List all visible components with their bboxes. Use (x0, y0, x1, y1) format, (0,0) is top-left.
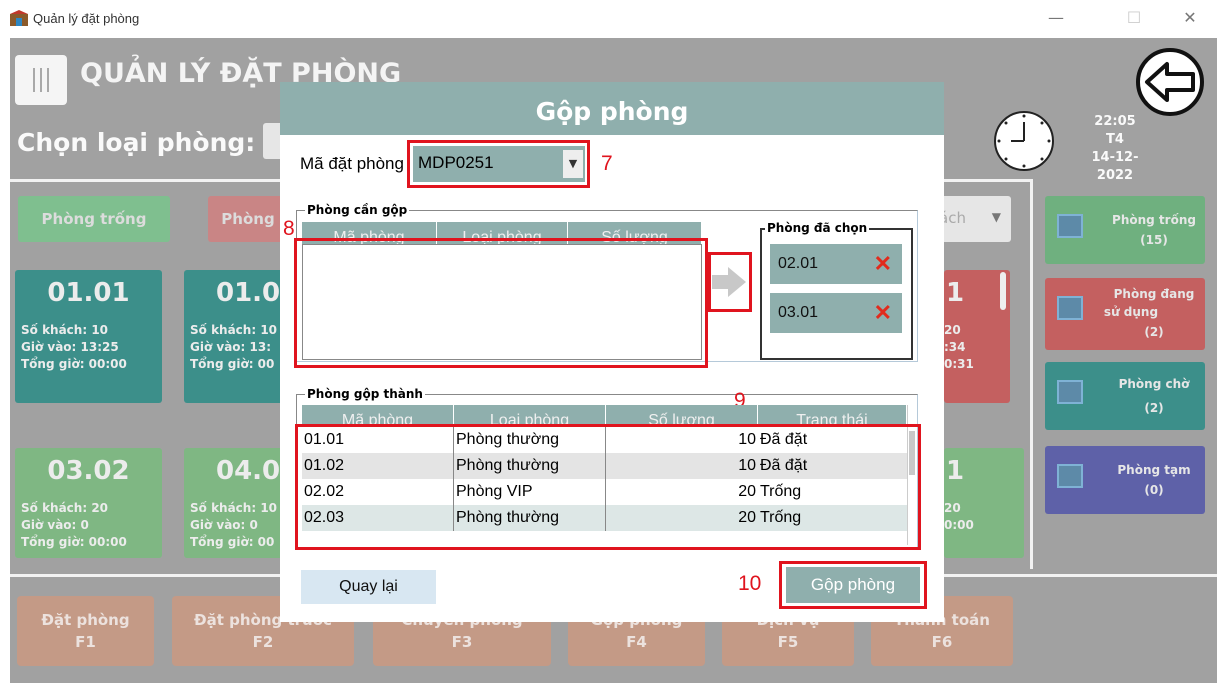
side-card-count: (15) (1140, 233, 1168, 247)
clock-date: 14-12-2022 (1091, 150, 1139, 183)
phong-gop-thanh-title: Phòng gộp thành (305, 387, 425, 401)
marker-7: 7 (601, 152, 613, 175)
side-card-count: (2) (1144, 325, 1164, 339)
close-button[interactable]: ✕ (1176, 6, 1204, 30)
highlight-box (295, 424, 921, 550)
window-titlebar (0, 0, 1219, 38)
room-info: 20 0:00 (944, 501, 974, 532)
room-icon (1057, 380, 1083, 404)
selected-room-label: 03.01 (778, 304, 819, 321)
back-arrow-icon[interactable] (1135, 47, 1205, 117)
phong-can-gop-title: Phòng cần gộp (305, 203, 410, 217)
clock-icon (994, 111, 1054, 171)
side-card-label: Phòng chờ (1118, 377, 1190, 391)
side-card-label: Phòng trống (1112, 213, 1196, 227)
side-card-count: (2) (1144, 401, 1164, 415)
room-card-0102[interactable]: 01.0 Số khách: 10 Giờ vào: 13: Tổng giờ: 0… (184, 270, 284, 403)
marker-8: 8 (283, 217, 295, 240)
window-title: Quản lý đặt phòng (33, 11, 140, 26)
side-card-label: Phòng tạm (1117, 463, 1191, 477)
side-card-label-2: sử dụng (1103, 305, 1159, 319)
quay-lai-button[interactable]: Quay lại (301, 570, 436, 604)
room-card-occupied[interactable]: 1 20:34 0:31 (944, 270, 1010, 403)
room-icon (1057, 464, 1083, 488)
side-card-count: (0) (1144, 483, 1164, 497)
sort-select[interactable]: ách ▼ (935, 196, 1011, 242)
selected-room-item: 02.01 ✕ (770, 244, 902, 284)
minimize-button[interactable]: — (1042, 6, 1070, 30)
side-card-phong-cho[interactable]: Phòng chờ (2) (1045, 362, 1205, 430)
room-number: 03.02 (47, 456, 130, 486)
highlight-box (294, 238, 708, 368)
gop-phong-dialog: Gộp phòng Mã đặt phòng MDP0251 ▼ 7 Phòng… (280, 82, 944, 622)
room-info: Số khách: 10 Giờ vào: 13: Tổng giờ: 00 (190, 323, 278, 371)
remove-x-icon[interactable]: ✕ (874, 293, 892, 333)
side-card-phong-tam[interactable]: Phòng tạm (0) (1045, 446, 1205, 514)
maximize-button[interactable]: ☐ (1120, 6, 1148, 30)
ma-dat-phong-select[interactable]: MDP0251 ▼ (413, 146, 585, 182)
room-card-right[interactable]: 1 20 0:00 (944, 448, 1024, 558)
room-info: 20:34 0:31 (944, 323, 974, 371)
room-number: 01.01 (47, 278, 130, 308)
dat-phong-button[interactable]: Đặt phòng F1 (17, 596, 154, 666)
dialog-title: Gộp phòng (280, 82, 944, 135)
side-card-phong-trong[interactable]: Phòng trống (15) (1045, 196, 1205, 264)
room-card-0401[interactable]: 04.0 Số khách: 10 Giờ vào: 0 Tổng giờ: 00 (184, 448, 284, 558)
room-icon (1057, 296, 1083, 320)
app-icon (10, 10, 28, 26)
ma-dat-phong-label: Mã đặt phòng (300, 154, 404, 173)
side-card-label: Phòng đang (1113, 287, 1195, 301)
room-info: Số khách: 10 Giờ vào: 0 Tổng giờ: 00 (190, 501, 278, 549)
room-card-0101[interactable]: 01.01 Số khách: 10 Giờ vào: 13:25 Tổng giờ… (15, 270, 162, 403)
room-icon (1057, 214, 1083, 238)
marker-10: 10 (738, 572, 762, 595)
room-number: 1 (946, 456, 965, 486)
room-info: Số khách: 10 Giờ vào: 13:25 Tổng giờ: 00:0… (21, 323, 127, 371)
clock-day: T4 (1106, 132, 1124, 147)
scrollbar[interactable] (1000, 272, 1006, 310)
selected-room-label: 02.01 (778, 255, 819, 272)
filter-phong-trong-button[interactable]: Phòng trống (18, 196, 170, 242)
chon-loai-phong-label: Chọn loại phòng: (17, 128, 256, 157)
ma-dat-phong-value: MDP0251 (418, 153, 494, 172)
selected-room-item: 03.01 ✕ (770, 293, 902, 333)
clock-readout: 22:05 T4 14-12-2022 (1080, 113, 1150, 185)
side-card-phong-dang-su-dung[interactable]: Phòng đang sử dụng (2) (1045, 278, 1205, 350)
clock-time: 22:05 (1094, 114, 1136, 129)
menu-button[interactable] (15, 55, 67, 105)
chevron-down-icon[interactable]: ▼ (563, 150, 583, 178)
remove-x-icon[interactable]: ✕ (874, 244, 892, 284)
room-card-0302[interactable]: 03.02 Số khách: 20 Giờ vào: 0 Tổng giờ: 00… (15, 448, 162, 558)
move-right-arrow-icon[interactable] (712, 264, 748, 300)
divider (1030, 179, 1033, 569)
chevron-down-icon: ▼ (991, 210, 1001, 224)
gop-phong-button[interactable]: Gộp phòng (786, 567, 920, 603)
room-info: Số khách: 20 Giờ vào: 0 Tổng giờ: 00:00 (21, 501, 127, 549)
filter-phong-button[interactable]: Phòng (208, 196, 288, 242)
phong-da-chon-title: Phòng đã chọn (765, 221, 870, 235)
